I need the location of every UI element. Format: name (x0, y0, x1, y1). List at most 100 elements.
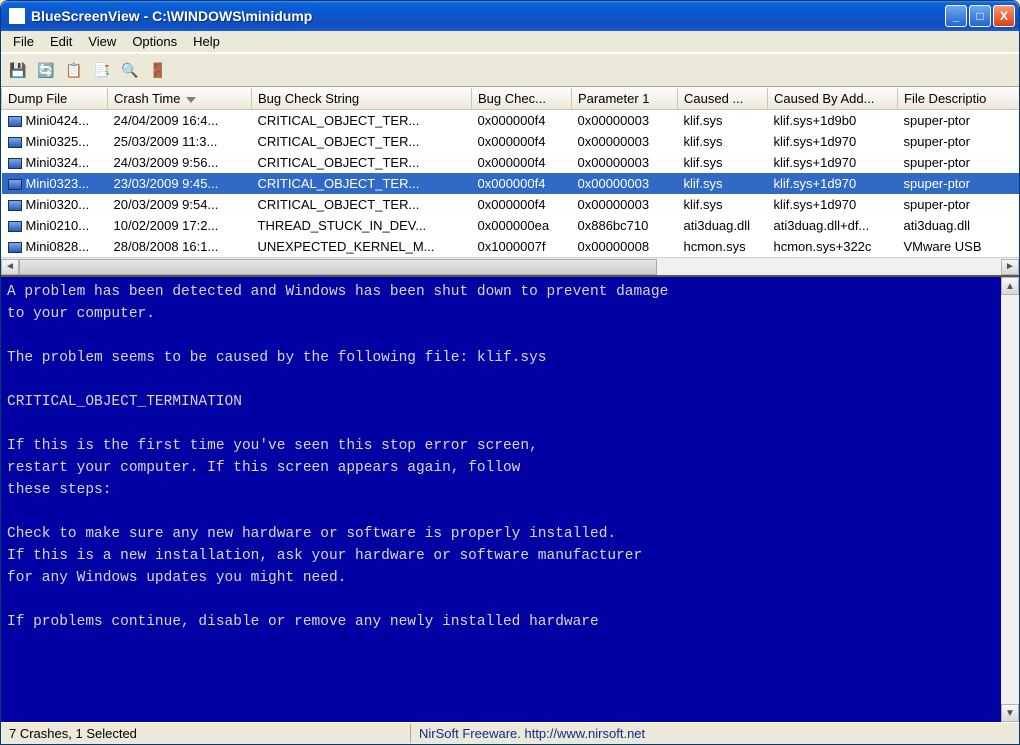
bsod-icon (8, 200, 22, 211)
table-cell: 24/03/2009 9:56... (108, 152, 252, 173)
table-cell: klif.sys (678, 194, 768, 215)
column-header[interactable]: Bug Chec... (472, 88, 572, 110)
maximize-button[interactable]: □ (969, 5, 991, 27)
menu-options[interactable]: Options (124, 32, 185, 51)
table-row[interactable]: Mini0325...25/03/2009 11:3...CRITICAL_OB… (2, 131, 1020, 152)
status-crash-count: 7 Crashes, 1 Selected (1, 724, 411, 743)
app-window: BlueScreenView - C:\WINDOWS\minidump _ □… (0, 0, 1020, 745)
titlebar[interactable]: BlueScreenView - C:\WINDOWS\minidump _ □… (1, 1, 1019, 31)
scroll-right-arrow-icon[interactable]: ► (1001, 259, 1019, 275)
table-cell: VMware USB (898, 236, 1020, 257)
table-cell: THREAD_STUCK_IN_DEV... (252, 215, 472, 236)
table-row[interactable]: Mini0320...20/03/2009 9:54...CRITICAL_OB… (2, 194, 1020, 215)
table-cell: klif.sys (678, 152, 768, 173)
table-cell: 20/03/2009 9:54... (108, 194, 252, 215)
column-header[interactable]: Bug Check String (252, 88, 472, 110)
menubar: FileEditViewOptionsHelp (1, 31, 1019, 53)
app-icon (9, 8, 25, 24)
sort-indicator-icon (186, 97, 196, 103)
table-cell: Mini0828... (2, 236, 108, 257)
toolbar: 💾 🔄 📋 📑 🔍 🚪 (1, 53, 1019, 87)
table-row[interactable]: Mini0323...23/03/2009 9:45...CRITICAL_OB… (2, 173, 1020, 194)
column-header[interactable]: Caused ... (678, 88, 768, 110)
detail-vertical-scrollbar[interactable]: ▲ ▼ (1001, 277, 1019, 722)
table-cell: hcmon.sys+322c (768, 236, 898, 257)
table-cell: 0x1000007f (472, 236, 572, 257)
table-cell: 0x00000003 (572, 173, 678, 194)
table-cell: 0x00000003 (572, 152, 678, 173)
bsod-icon (8, 242, 22, 253)
table-cell: 0x00000003 (572, 194, 678, 215)
vscroll-track[interactable] (1001, 295, 1019, 704)
close-button[interactable]: X (993, 5, 1015, 27)
save-icon[interactable]: 💾 (7, 59, 29, 81)
status-vendor-link[interactable]: NirSoft Freeware. http://www.nirsoft.net (411, 724, 653, 743)
table-cell: CRITICAL_OBJECT_TER... (252, 194, 472, 215)
table-cell: UNEXPECTED_KERNEL_M... (252, 236, 472, 257)
table-cell: 25/03/2009 11:3... (108, 131, 252, 152)
menu-file[interactable]: File (5, 32, 42, 51)
column-label: Crash Time (114, 91, 180, 106)
column-header[interactable]: Caused By Add... (768, 88, 898, 110)
detail-pane-wrap: A problem has been detected and Windows … (1, 275, 1019, 722)
copy-icon[interactable]: 📋 (63, 59, 85, 81)
column-header[interactable]: Parameter 1 (572, 88, 678, 110)
table-cell: ati3duag.dll (678, 215, 768, 236)
table-cell: ati3duag.dll+df... (768, 215, 898, 236)
table-cell: Mini0320... (2, 194, 108, 215)
scroll-down-arrow-icon[interactable]: ▼ (1001, 704, 1019, 722)
menu-help[interactable]: Help (185, 32, 228, 51)
crash-list: Dump File Crash Time Bug Check StringBug C… (1, 87, 1019, 257)
bsod-icon (8, 137, 22, 148)
table-cell: 24/04/2009 16:4... (108, 110, 252, 132)
table-cell: 0x000000ea (472, 215, 572, 236)
menu-view[interactable]: View (80, 32, 124, 51)
table-row[interactable]: Mini0424...24/04/2009 16:4...CRITICAL_OB… (2, 110, 1020, 132)
scroll-up-arrow-icon[interactable]: ▲ (1001, 277, 1019, 295)
scroll-left-arrow-icon[interactable]: ◄ (1, 259, 19, 275)
table-cell: 0x00000003 (572, 131, 678, 152)
table-cell: 23/03/2009 9:45... (108, 173, 252, 194)
table-cell: klif.sys+1d970 (768, 194, 898, 215)
table-row[interactable]: Mini0828...28/08/2008 16:1...UNEXPECTED_… (2, 236, 1020, 257)
bsod-detail-pane[interactable]: A problem has been detected and Windows … (1, 277, 1001, 722)
menu-edit[interactable]: Edit (42, 32, 80, 51)
table-cell: CRITICAL_OBJECT_TER... (252, 152, 472, 173)
table-cell: spuper-ptor (898, 173, 1020, 194)
table-cell: 28/08/2008 16:1... (108, 236, 252, 257)
minimize-button[interactable]: _ (945, 5, 967, 27)
table-row[interactable]: Mini0324...24/03/2009 9:56...CRITICAL_OB… (2, 152, 1020, 173)
table-cell: 0x000000f4 (472, 173, 572, 194)
table-cell: 0x000000f4 (472, 131, 572, 152)
column-header[interactable]: File Descriptio (898, 88, 1020, 110)
table-row[interactable]: Mini0210...10/02/2009 17:2...THREAD_STUC… (2, 215, 1020, 236)
properties-icon[interactable]: 📑 (91, 59, 113, 81)
scroll-thumb[interactable] (19, 259, 657, 275)
table-cell: 0x00000008 (572, 236, 678, 257)
window-title: BlueScreenView - C:\WINDOWS\minidump (31, 8, 945, 24)
scroll-track[interactable] (19, 259, 1001, 275)
table-cell: Mini0210... (2, 215, 108, 236)
column-header[interactable]: Dump File (2, 88, 108, 110)
table-cell: 0x000000f4 (472, 194, 572, 215)
table-cell: klif.sys+1d9b0 (768, 110, 898, 132)
bsod-icon (8, 179, 22, 190)
table-cell: spuper-ptor (898, 110, 1020, 132)
table-cell: ati3duag.dll (898, 215, 1020, 236)
table-cell: klif.sys (678, 173, 768, 194)
table-cell: Mini0324... (2, 152, 108, 173)
bsod-icon (8, 158, 22, 169)
exit-icon[interactable]: 🚪 (147, 59, 169, 81)
column-header[interactable]: Crash Time (108, 88, 252, 110)
table-cell: hcmon.sys (678, 236, 768, 257)
table-cell: Mini0323... (2, 173, 108, 194)
list-horizontal-scrollbar[interactable]: ◄ ► (1, 257, 1019, 275)
column-label: Dump File (8, 91, 67, 106)
window-controls: _ □ X (945, 5, 1015, 27)
refresh-icon[interactable]: 🔄 (35, 59, 57, 81)
statusbar: 7 Crashes, 1 Selected NirSoft Freeware. … (1, 722, 1019, 744)
table-cell: CRITICAL_OBJECT_TER... (252, 110, 472, 132)
table-cell: 0x000000f4 (472, 152, 572, 173)
table-cell: klif.sys+1d970 (768, 131, 898, 152)
find-icon[interactable]: 🔍 (119, 59, 141, 81)
